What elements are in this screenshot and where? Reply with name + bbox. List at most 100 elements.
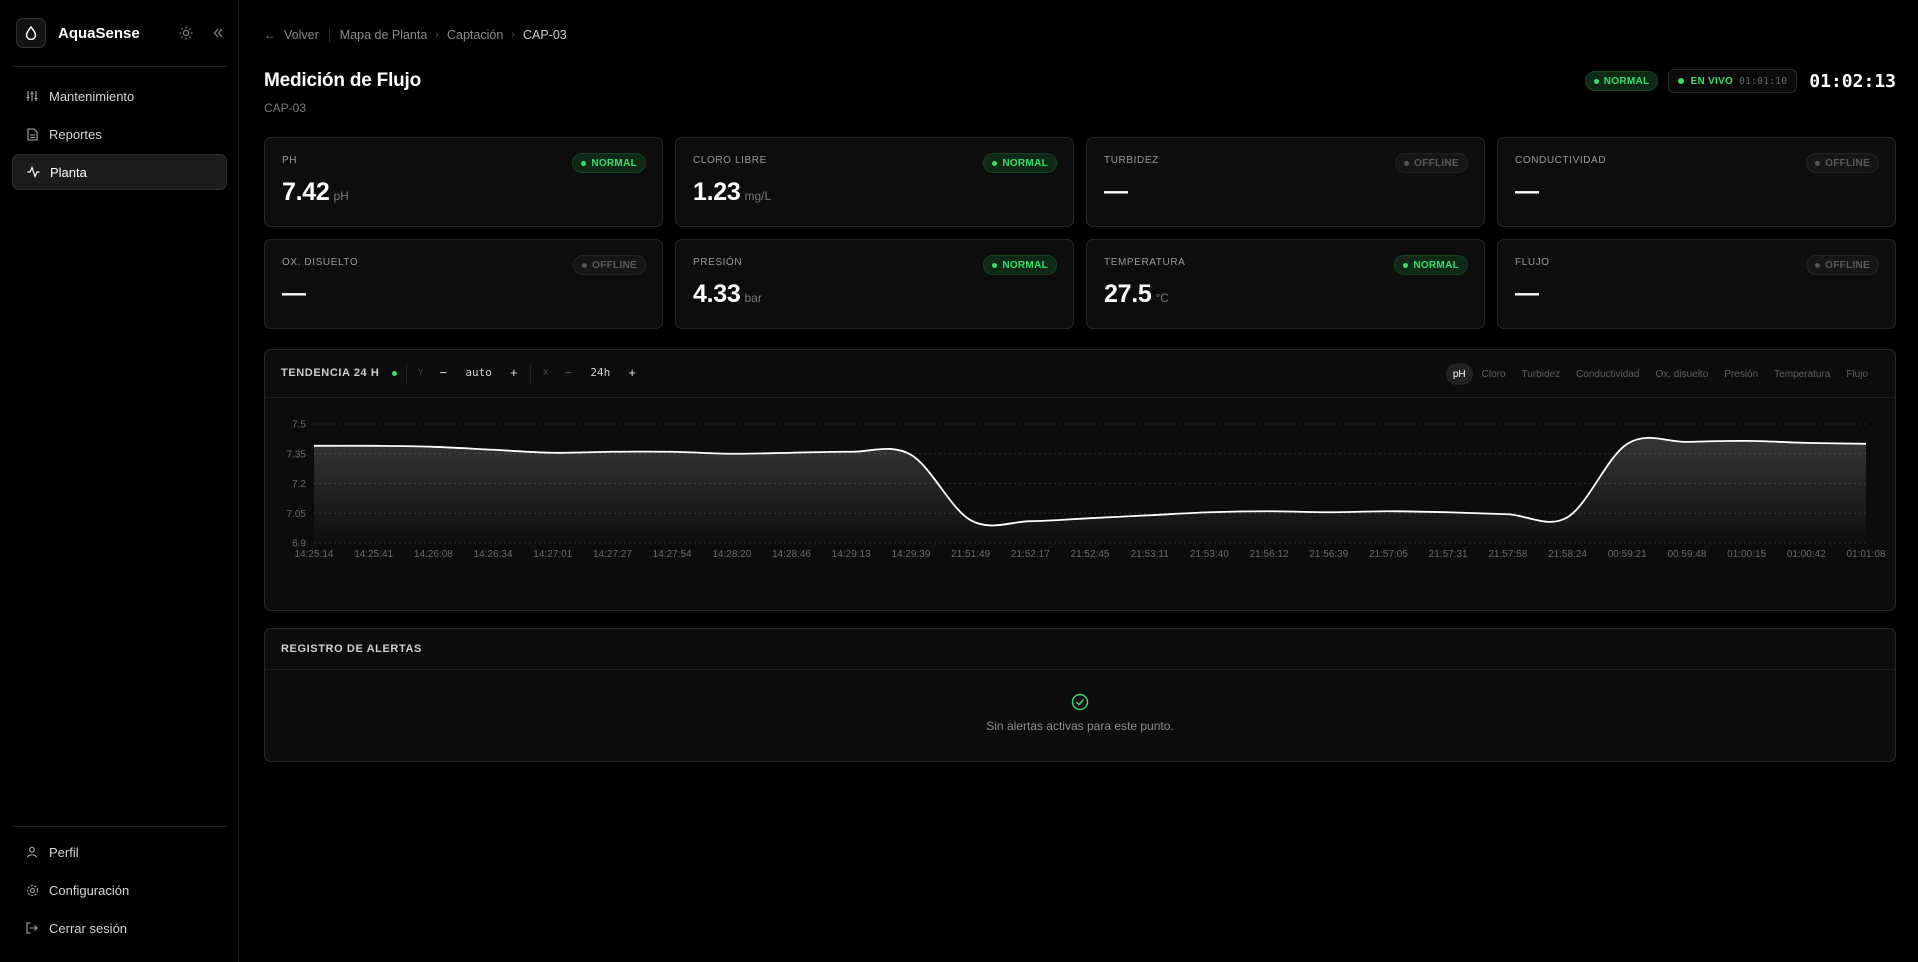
clock: 01:02:13 (1809, 70, 1896, 92)
data-point[interactable] (908, 452, 914, 458)
status-text: NORMAL (591, 157, 637, 169)
chevron-right-icon: › (435, 29, 439, 41)
data-point[interactable] (669, 449, 675, 455)
y-decrease-button[interactable]: − (437, 365, 449, 380)
metric-card-cloro[interactable]: CLORO LIBRE NORMAL 1.23 mg/L (675, 137, 1074, 227)
data-point[interactable] (1147, 512, 1153, 518)
data-point[interactable] (490, 447, 496, 453)
x-tick-label: 14:27:54 (653, 549, 692, 560)
x-tick-label: 21:57:58 (1488, 549, 1527, 560)
data-point[interactable] (1027, 518, 1033, 524)
data-point[interactable] (1505, 511, 1511, 517)
metric-card-presion[interactable]: PRESIÓN NORMAL 4.33 bar (675, 239, 1074, 329)
series-tab-ph[interactable]: pH (1445, 363, 1473, 385)
series-tab-temperatura[interactable]: Temperatura (1767, 363, 1837, 385)
y-increase-button[interactable]: + (508, 365, 520, 380)
sidebar-item-cerrar-sesion[interactable]: Cerrar sesión (12, 910, 227, 946)
data-point[interactable] (848, 449, 854, 455)
metric-card-ph[interactable]: PH NORMAL 7.42 pH (264, 137, 663, 227)
metric-value: 1.23 (693, 178, 741, 206)
metric-unit: mg/L (744, 189, 772, 203)
series-tab-presion[interactable]: Presión (1717, 363, 1765, 385)
sidebar-item-reportes[interactable]: Reportes (12, 116, 227, 152)
data-point[interactable] (1863, 441, 1869, 447)
breadcrumb: ← Volver Mapa de Planta › Captación › CA… (264, 28, 567, 42)
trend-chart-panel: TENDENCIA 24 H Y − auto + X − 24h + pH C… (264, 349, 1896, 611)
status-text: NORMAL (1603, 75, 1650, 87)
live-dot (392, 371, 397, 376)
breadcrumb-item[interactable]: Mapa de Planta (340, 28, 428, 42)
data-point[interactable] (311, 443, 317, 449)
page-title: Medición de Flujo (264, 70, 422, 91)
x-tick-label: 21:58:24 (1548, 549, 1587, 560)
data-point[interactable] (550, 450, 556, 456)
sliders-icon (25, 89, 39, 103)
main-content: ← Volver Mapa de Planta › Captación › CA… (240, 0, 1918, 962)
x-increase-button[interactable]: + (626, 365, 638, 380)
metric-card-temperatura[interactable]: TEMPERATURA NORMAL 27.5 °C (1086, 239, 1485, 329)
data-point[interactable] (430, 444, 436, 450)
data-point[interactable] (968, 517, 974, 523)
x-axis-label: X (543, 368, 549, 377)
status-badge: NORMAL (983, 153, 1057, 173)
back-arrow-icon[interactable]: ← (264, 28, 276, 42)
metric-value: 4.33 (693, 280, 741, 308)
collapse-chevrons-icon[interactable] (209, 24, 227, 42)
series-tab-ox-disuelto[interactable]: Ox. disuelto (1648, 363, 1715, 385)
status-badge: NORMAL (1584, 71, 1659, 91)
metric-card-flujo[interactable]: FLUJO OFFLINE — (1497, 239, 1896, 329)
data-point[interactable] (729, 451, 735, 457)
data-point[interactable] (371, 443, 377, 449)
data-point[interactable] (1087, 515, 1093, 521)
y-tick-label: 6.9 (292, 539, 306, 550)
status-dot (1815, 160, 1821, 166)
data-point[interactable] (1266, 508, 1272, 514)
chart-title: TENDENCIA 24 H (281, 367, 380, 379)
x-decrease-button[interactable]: − (562, 365, 574, 380)
breadcrumb-divider (328, 28, 330, 42)
series-tabs: pH Cloro Turbidez Conductividad Ox. disu… (1445, 363, 1875, 385)
gear-icon (25, 883, 39, 897)
status-text: NORMAL (1002, 157, 1048, 169)
data-point[interactable] (1326, 509, 1332, 515)
back-link[interactable]: Volver (284, 28, 319, 42)
data-point[interactable] (1684, 439, 1690, 445)
series-tab-conductividad[interactable]: Conductividad (1569, 363, 1646, 385)
data-point[interactable] (1803, 440, 1809, 446)
series-tab-turbidez[interactable]: Turbidez (1515, 363, 1568, 385)
metric-unit: °C (1155, 291, 1169, 305)
metric-unit: bar (744, 291, 762, 305)
sidebar-divider (12, 66, 227, 67)
sidebar-item-planta[interactable]: Planta (12, 154, 227, 190)
data-point[interactable] (1206, 509, 1212, 515)
metric-card-ox-disuelto[interactable]: OX. DISUELTO OFFLINE — (264, 239, 663, 329)
metric-card-turbidez[interactable]: TURBIDEZ OFFLINE — (1086, 137, 1485, 227)
data-point[interactable] (789, 450, 795, 456)
data-point[interactable] (1385, 508, 1391, 514)
sidebar-item-mantenimiento[interactable]: Mantenimiento (12, 78, 227, 114)
data-point[interactable] (1744, 438, 1750, 444)
sidebar-item-label: Configuración (49, 882, 130, 898)
trend-chart[interactable]: 7.5 7.35 7.2 7.05 6.9 14:25:14 14:25:41 14:26:… (265, 398, 1895, 610)
status-text: NORMAL (1002, 259, 1048, 271)
series-tab-flujo[interactable]: Flujo (1839, 363, 1875, 385)
x-tick-label: 21:52:17 (1011, 549, 1050, 560)
data-point[interactable] (1565, 514, 1571, 520)
series-tab-cloro[interactable]: Cloro (1475, 363, 1513, 385)
metric-card-conductividad[interactable]: CONDUCTIVIDAD OFFLINE — (1497, 137, 1896, 227)
water-drop-icon[interactable] (16, 18, 46, 48)
theme-sun-icon[interactable] (177, 24, 195, 42)
status-dot (1404, 160, 1410, 166)
metric-label: PRESIÓN (693, 257, 743, 268)
sidebar-item-perfil[interactable]: Perfil (12, 834, 227, 870)
toolbar-divider (406, 364, 407, 384)
live-time: 01:01:10 (1739, 75, 1788, 87)
alerts-panel: REGISTRO DE ALERTAS Sin alertas activas … (264, 628, 1896, 762)
x-tick-label: 21:57:31 (1429, 549, 1468, 560)
data-point[interactable] (1624, 441, 1630, 447)
data-point[interactable] (609, 449, 615, 455)
data-point[interactable] (1445, 509, 1451, 515)
sidebar-item-configuracion[interactable]: Configuración (12, 872, 227, 908)
x-tick-label: 01:00:42 (1787, 549, 1826, 560)
breadcrumb-item[interactable]: Captación (447, 28, 503, 42)
